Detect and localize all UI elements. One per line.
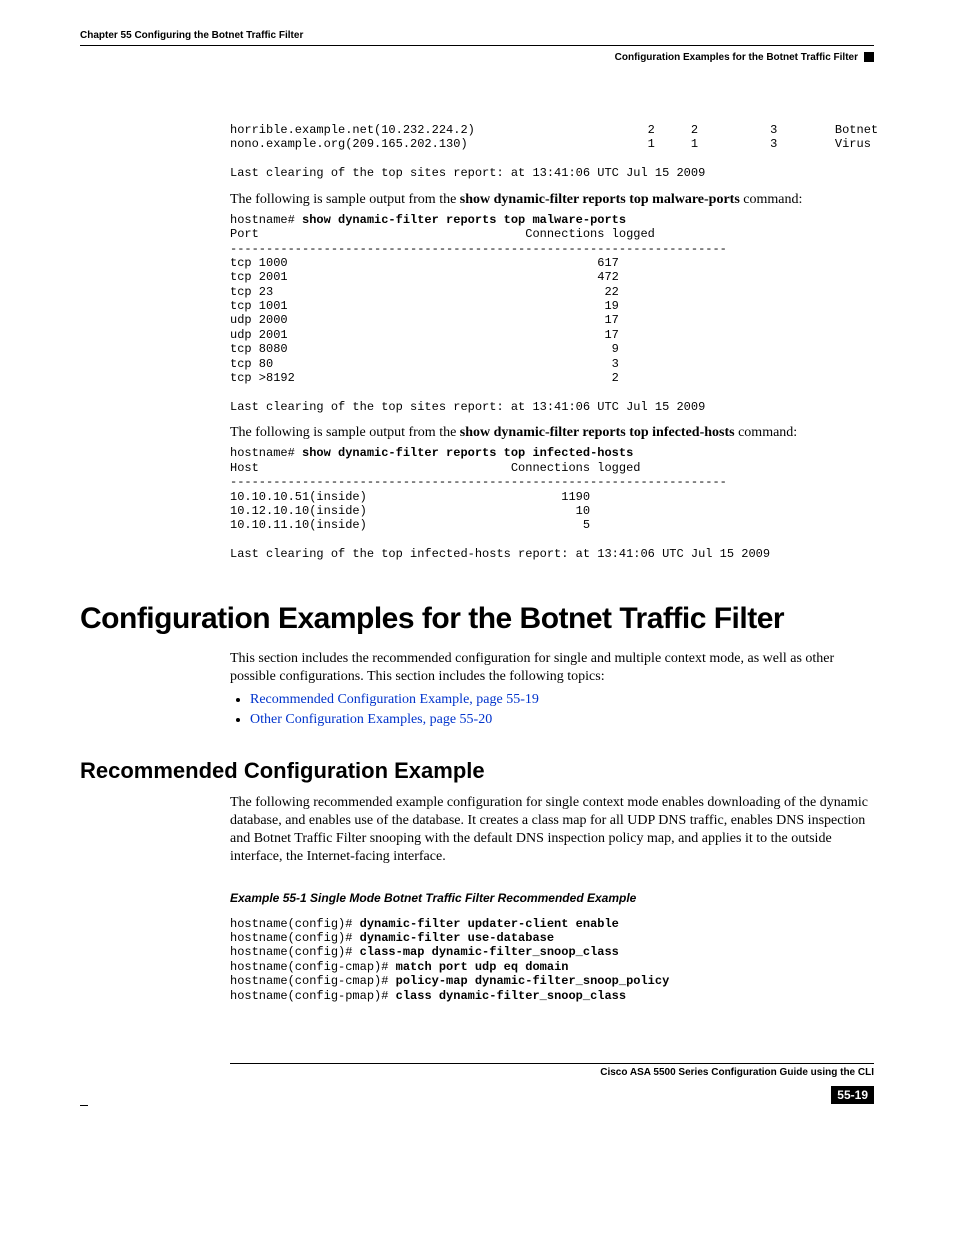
section-title: Configuration Examples for the Botnet Tr… xyxy=(80,602,874,636)
config-example-output: hostname(config)# dynamic-filter updater… xyxy=(230,917,874,1003)
cmd: class-map dynamic-filter_snoop_class xyxy=(360,945,619,959)
list-item: Recommended Configuration Example, page … xyxy=(250,692,874,708)
prompt: hostname# xyxy=(230,213,302,227)
link-other-config[interactable]: Other Configuration Examples, page 55-20 xyxy=(250,712,492,727)
section-header: Configuration Examples for the Botnet Tr… xyxy=(80,52,874,63)
topic-links: Recommended Configuration Example, page … xyxy=(250,692,874,728)
para1-c: command: xyxy=(740,192,803,207)
cmd: show dynamic-filter reports top infected… xyxy=(302,446,633,460)
prompt: hostname(config)# xyxy=(230,917,360,931)
subsection-title: Recommended Configuration Example xyxy=(80,758,874,784)
header-rule xyxy=(80,45,874,46)
prompt: hostname(config)# xyxy=(230,945,360,959)
top-sites-tail-output: horrible.example.net(10.232.224.2) 2 2 3… xyxy=(230,123,874,181)
left-footer-tick xyxy=(80,1105,88,1106)
rest: Host Connections logged ----------------… xyxy=(230,461,770,561)
prompt: hostname(config-cmap)# xyxy=(230,960,396,974)
chapter-header: Chapter 55 Configuring the Botnet Traffi… xyxy=(80,30,874,41)
cmd: dynamic-filter use-database xyxy=(360,931,554,945)
cmd: match port udp eq domain xyxy=(396,960,569,974)
prompt: hostname(config-cmap)# xyxy=(230,974,396,988)
section-intro: This section includes the recommended co… xyxy=(230,650,874,686)
para2-c: command: xyxy=(735,425,798,440)
footer-doc-title: Cisco ASA 5500 Series Configuration Guid… xyxy=(80,1067,874,1078)
example-title: Example 55-1 Single Mode Botnet Traffic … xyxy=(230,891,874,905)
page-footer: Cisco ASA 5500 Series Configuration Guid… xyxy=(80,1063,874,1104)
para2-a: The following is sample output from the xyxy=(230,425,460,440)
infected-hosts-output: hostname# show dynamic-filter reports to… xyxy=(230,446,874,561)
para-infected-hosts: The following is sample output from the … xyxy=(230,424,874,442)
prompt: hostname# xyxy=(230,446,302,460)
para1-a: The following is sample output from the xyxy=(230,192,460,207)
cmd: show dynamic-filter reports top malware-… xyxy=(302,213,626,227)
prompt: hostname(config-pmap)# xyxy=(230,989,396,1003)
cmd: class dynamic-filter_snoop_class xyxy=(396,989,626,1003)
page-number: 55-19 xyxy=(831,1086,874,1104)
rest: Port Connections logged ----------------… xyxy=(230,227,727,414)
footer-rule xyxy=(230,1063,874,1064)
malware-ports-output: hostname# show dynamic-filter reports to… xyxy=(230,213,874,414)
subsection-para: The following recommended example config… xyxy=(230,794,874,867)
para1-cmd: show dynamic-filter reports top malware-… xyxy=(460,192,740,207)
cmd: dynamic-filter updater-client enable xyxy=(360,917,619,931)
page-number-box: 55-19 xyxy=(80,1086,874,1104)
link-recommended-config[interactable]: Recommended Configuration Example, page … xyxy=(250,692,539,707)
cmd: policy-map dynamic-filter_snoop_policy xyxy=(396,974,670,988)
para2-cmd: show dynamic-filter reports top infected… xyxy=(460,425,735,440)
prompt: hostname(config)# xyxy=(230,931,360,945)
para-malware-ports: The following is sample output from the … xyxy=(230,191,874,209)
list-item: Other Configuration Examples, page 55-20 xyxy=(250,712,874,728)
